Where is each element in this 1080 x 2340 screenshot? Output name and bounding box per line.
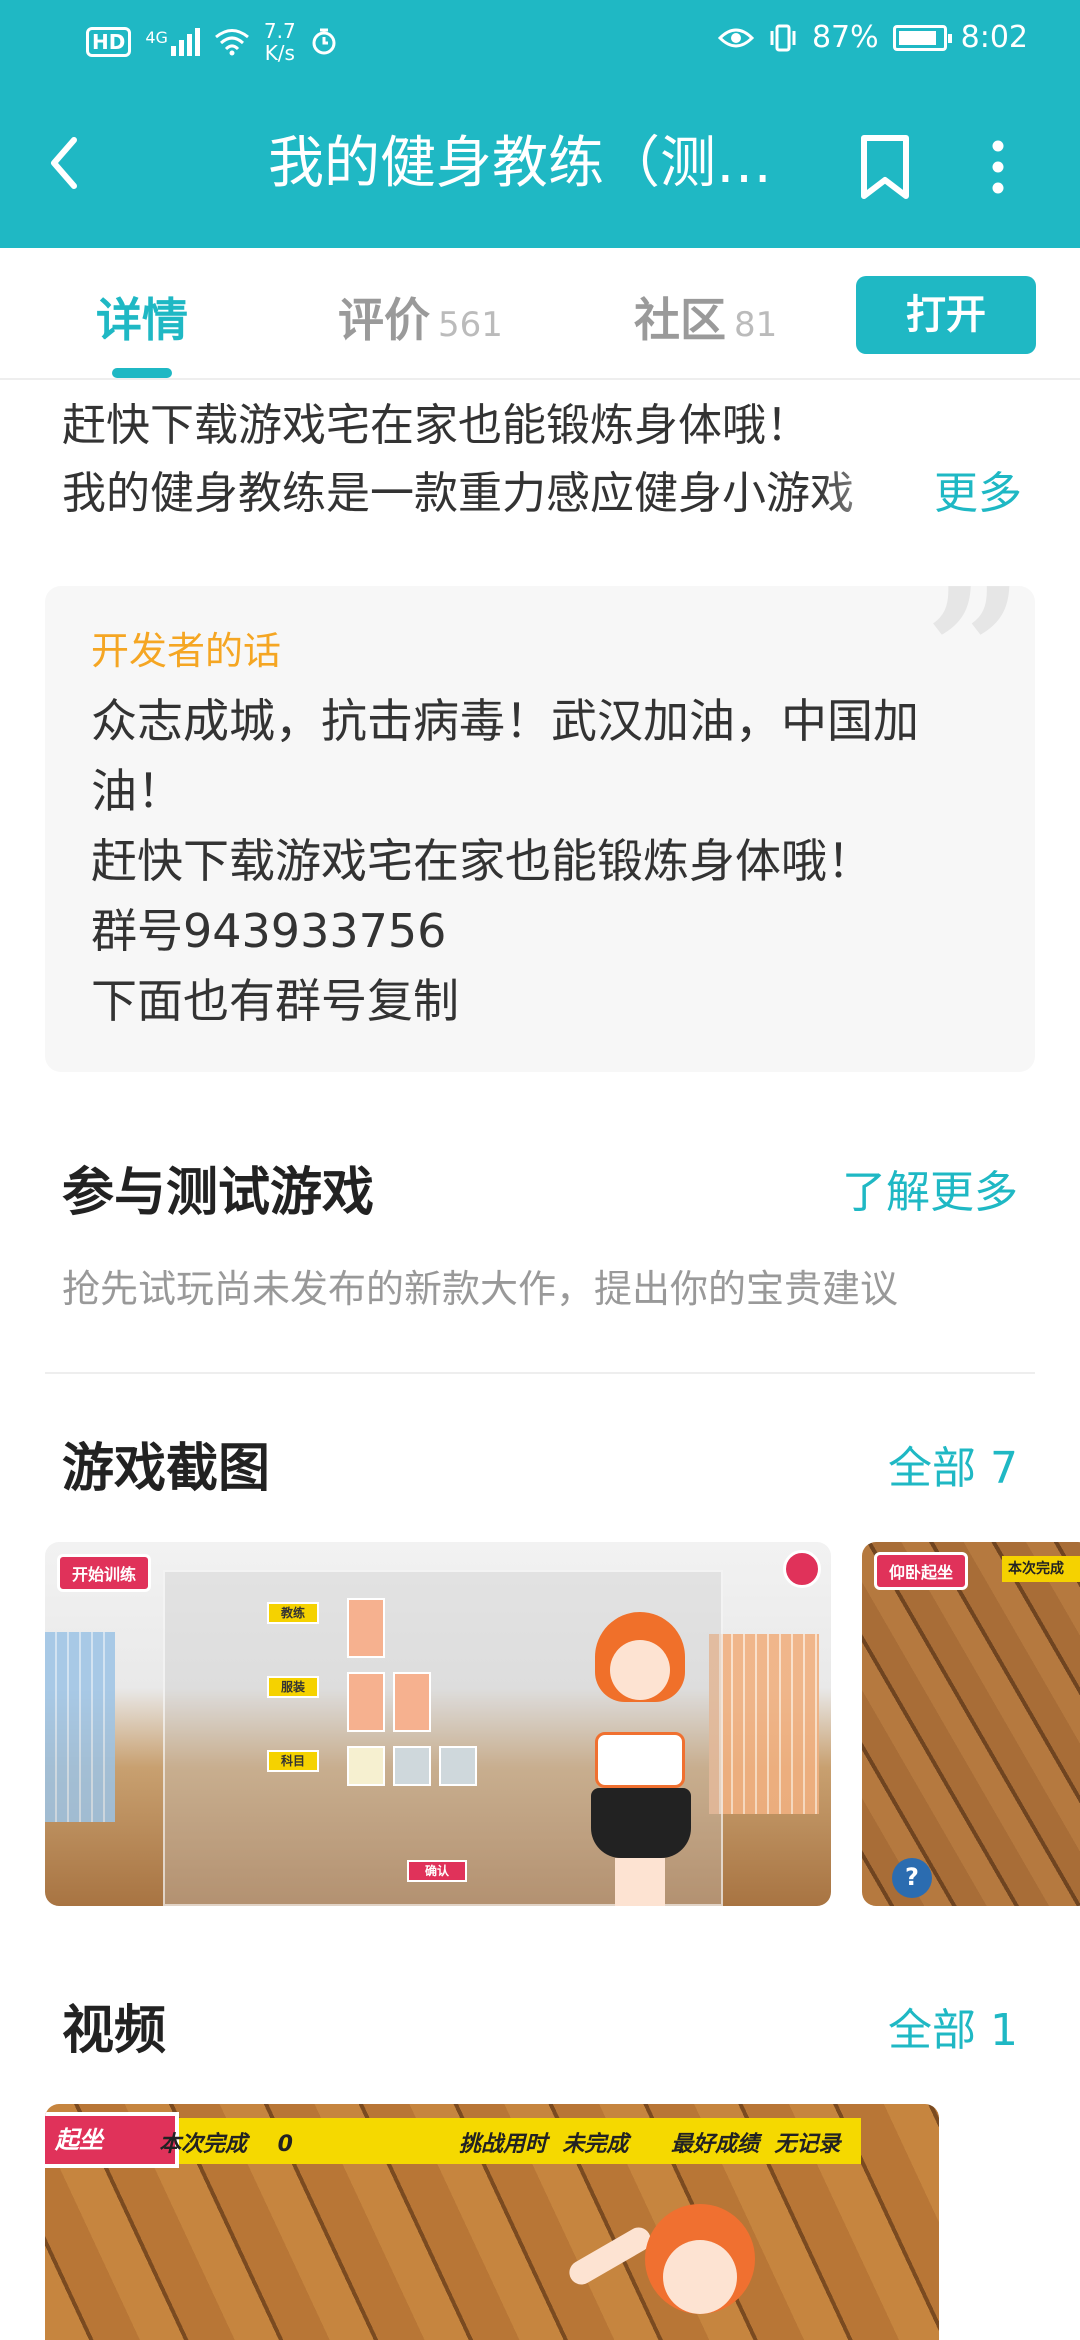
top-bar: HD 4G 7.7 K/s 87% 8:02 我的健身教练（测…: [0, 0, 1080, 248]
screenshot-situp-button: 仰卧起坐: [874, 1552, 969, 1590]
tab-details-label: 详情: [96, 293, 188, 347]
help-icon: ?: [892, 1858, 932, 1898]
screenshots-section-title: 游戏截图: [62, 1439, 271, 1499]
video-done-value: 0: [277, 2132, 293, 2157]
screenshot-wall-left: [45, 1632, 115, 1822]
developer-note-card: ” 开发者的话 众志成城，抗击病毒！武汉加油，中国加 油！ 赶快下载游戏宅在家也…: [45, 586, 1035, 1072]
app-bar: 我的健身教练（测…: [0, 82, 1080, 248]
screenshot-2[interactable]: 仰卧起坐 本次完成 ?: [862, 1542, 1080, 1906]
bookmark-icon[interactable]: [856, 132, 914, 202]
developer-note-label: 开发者的话: [91, 629, 282, 673]
description-more-link[interactable]: 更多: [934, 460, 1022, 528]
network-label: 4G: [145, 28, 168, 47]
beta-section-title: 参与测试游戏: [62, 1163, 375, 1223]
beta-learn-more-link[interactable]: 了解更多: [842, 1156, 1018, 1220]
video-done-label-text: 本次完成: [159, 2132, 248, 2157]
network-speed: 7.7 K/s: [264, 20, 296, 64]
page-title: 我的健身教练（测…: [268, 131, 772, 196]
status-bar: HD 4G 7.7 K/s 87% 8:02: [0, 0, 1080, 82]
description-line-2: 我的健身教练是一款重力感应健身小游戏: [62, 468, 854, 519]
battery-percent: 87%: [811, 20, 879, 55]
battery-fill: [898, 30, 936, 45]
tab-details[interactable]: 详情: [96, 284, 188, 350]
eye-icon: [717, 28, 754, 47]
developer-note-line: 下面也有群号复制: [91, 974, 459, 1028]
screenshots-all-link[interactable]: 全部 7: [888, 1432, 1018, 1496]
tab-reviews-count: 561: [438, 305, 503, 345]
hd-icon: HD: [86, 27, 132, 57]
back-arrow-icon[interactable]: [40, 128, 90, 198]
screenshot-thumb: [393, 1746, 431, 1786]
signal-icon: 4G: [145, 28, 200, 56]
video-thumbnail[interactable]: 起坐 本次完成 0 挑战用时 未完成 最好成绩 无记录: [45, 2104, 939, 2340]
tab-reviews[interactable]: 评价 561: [338, 284, 503, 350]
video-done-label: 本次完成 0: [159, 2126, 293, 2158]
screenshot-wall-right: [709, 1634, 819, 1814]
developer-note-line: 众志成城，抗击病毒！武汉加油，中国加: [91, 694, 919, 748]
game-description: 赶快下载游戏宅在家也能锻炼身体哦！ 我的健身教练是一款重力感应健身小游戏 更多: [62, 392, 1022, 528]
screenshot-progress-bar: 本次完成: [1002, 1556, 1080, 1582]
screenshot-menu-coach: 教练: [267, 1602, 319, 1624]
screenshot-menu-outfit: 服装: [267, 1676, 319, 1698]
speed-value: 7.7: [263, 19, 296, 43]
screenshot-thumb: [393, 1672, 431, 1732]
video-time-value: 未完成: [562, 2132, 629, 2157]
vibrate-icon: [770, 24, 796, 51]
screenshot-back-icon: [783, 1550, 821, 1588]
video-best: 最好成绩 无记录: [671, 2126, 840, 2158]
developer-note-text: 众志成城，抗击病毒！武汉加油，中国加 油！ 赶快下载游戏宅在家也能锻炼身体哦！ …: [91, 686, 1011, 1036]
active-tab-indicator: [112, 368, 172, 378]
alarm-icon: [312, 28, 336, 55]
developer-note-line: 油！: [91, 764, 183, 818]
beta-section-subtitle: 抢先试玩尚未发布的新款大作，提出你的宝贵建议: [62, 1267, 899, 1311]
section-divider: [45, 1372, 1035, 1374]
screenshot-menu-subject: 科目: [267, 1750, 319, 1772]
battery-icon: [892, 24, 952, 51]
screenshot-confirm-button: 确认: [407, 1860, 467, 1882]
video-character: [565, 2204, 785, 2340]
tab-community-label: 社区: [634, 293, 726, 347]
tab-bar: 详情 评价 561 社区 81 打开: [0, 248, 1080, 380]
description-line-1: 赶快下载游戏宅在家也能锻炼身体哦！: [62, 400, 810, 451]
screenshot-thumb: [347, 1672, 385, 1732]
screenshot-thumb: [439, 1746, 477, 1786]
video-best-value: 无记录: [774, 2132, 841, 2157]
more-vertical-icon[interactable]: [978, 132, 1018, 202]
video-best-label: 最好成绩: [671, 2132, 760, 2157]
developer-note-line: 赶快下载游戏宅在家也能锻炼身体哦！: [91, 834, 873, 888]
videos-section-title: 视频: [62, 2001, 167, 2061]
screenshot-thumb: [347, 1746, 385, 1786]
clock: 8:02: [960, 20, 1028, 55]
developer-note-line: 群号943933756: [91, 904, 447, 958]
video-time: 挑战用时 未完成: [459, 2126, 628, 2158]
speed-unit: K/s: [264, 41, 295, 65]
tab-community[interactable]: 社区 81: [634, 284, 777, 350]
screenshot-thumb: [347, 1598, 385, 1658]
screenshot-1[interactable]: 开始训练 教练 服装 科目 确认: [45, 1542, 831, 1906]
screenshot-character: [565, 1612, 715, 1906]
videos-all-link[interactable]: 全部 1: [888, 1994, 1018, 2058]
wifi-icon: [214, 29, 249, 56]
open-button[interactable]: 打开: [856, 276, 1036, 354]
video-time-label: 挑战用时: [459, 2132, 548, 2157]
screenshot-start-button: 开始训练: [57, 1554, 152, 1592]
tab-reviews-label: 评价: [338, 293, 430, 347]
tab-community-count: 81: [734, 305, 778, 345]
